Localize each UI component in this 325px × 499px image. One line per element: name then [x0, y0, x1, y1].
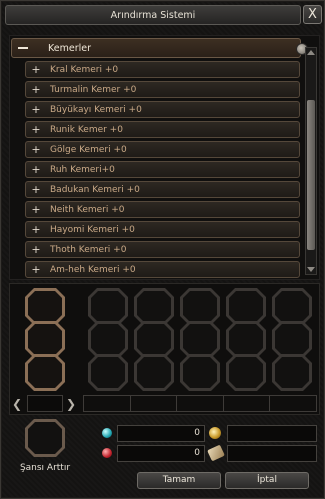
- plus-icon: +: [31, 83, 41, 96]
- refinement-window: Arındırma Sistemi X Kemerler + Kral Kemer…: [0, 0, 325, 499]
- scroll-cost-box: [227, 445, 317, 462]
- list-item[interactable]: + Büyükayı Kemeri +0: [25, 101, 300, 118]
- plus-icon: +: [31, 63, 41, 76]
- list-item-label: Turmalin Kemer +0: [50, 84, 137, 95]
- gold-cost-box: [227, 425, 317, 442]
- list-item[interactable]: + Neith Kemeri +0: [25, 201, 300, 218]
- list-item[interactable]: + Hayomi Kemeri +0: [25, 221, 300, 238]
- material-slot[interactable]: [134, 288, 174, 325]
- target-slot[interactable]: [25, 321, 65, 358]
- material-label-bar: [83, 395, 317, 412]
- gold-coin-icon: [209, 427, 221, 439]
- list-item[interactable]: + Ruh Kemeri+0: [25, 161, 300, 178]
- close-button[interactable]: X: [303, 5, 322, 24]
- material-slot[interactable]: [272, 321, 312, 358]
- list-item[interactable]: + Kral Kemeri +0: [25, 61, 300, 78]
- material-slot[interactable]: [272, 288, 312, 325]
- plus-icon: +: [31, 123, 41, 136]
- page-indicator-box: [27, 395, 63, 412]
- scroll-down-icon[interactable]: [307, 267, 315, 272]
- material-slot[interactable]: [226, 354, 266, 391]
- category-label: Kemerler: [48, 42, 91, 54]
- cancel-button[interactable]: İptal: [225, 472, 309, 489]
- material-slot-column[interactable]: [134, 288, 174, 391]
- material-label-cell: [131, 396, 178, 411]
- plus-icon: +: [31, 243, 41, 256]
- material-slot-column[interactable]: [180, 288, 220, 391]
- list-item-label: Neith Kemeri +0: [50, 204, 125, 215]
- material-label-cell: [84, 396, 131, 411]
- material-label-cell: [224, 396, 271, 411]
- list-item-label: Runik Kemer +0: [50, 124, 123, 135]
- plus-icon: +: [31, 203, 41, 216]
- list-item-label: Thoth Kemeri +0: [50, 244, 127, 255]
- material-slot-column[interactable]: [226, 288, 266, 391]
- luck-item-slot[interactable]: [25, 419, 65, 457]
- list-scrollbar[interactable]: [305, 47, 317, 275]
- target-slot[interactable]: [25, 288, 65, 325]
- first-cost-value: 0: [117, 425, 205, 442]
- list-item[interactable]: + Runik Kemer +0: [25, 121, 300, 138]
- list-item-label: Badukan Kemeri +0: [50, 184, 140, 195]
- material-slot[interactable]: [134, 321, 174, 358]
- ok-button[interactable]: Tamam: [137, 472, 221, 489]
- next-page-icon[interactable]: ❯: [65, 397, 77, 411]
- plus-icon: +: [31, 143, 41, 156]
- material-slot[interactable]: [88, 288, 128, 325]
- target-slot-column[interactable]: [25, 288, 65, 391]
- target-slot[interactable]: [25, 354, 65, 391]
- list-item-label: Gölge Kemeri +0: [50, 144, 127, 155]
- list-item[interactable]: + Badukan Kemeri +0: [25, 181, 300, 198]
- material-slot[interactable]: [180, 288, 220, 325]
- prev-page-icon[interactable]: ❮: [11, 397, 23, 411]
- list-item-label: Am-heh Kemeri +0: [50, 264, 136, 275]
- scroll-thumb[interactable]: [307, 100, 315, 250]
- category-kemerler[interactable]: Kemerler: [11, 38, 308, 58]
- material-slot[interactable]: [226, 288, 266, 325]
- list-item-label: Hayomi Kemeri +0: [50, 224, 135, 235]
- plus-icon: +: [31, 263, 41, 276]
- red-gem-icon: [102, 448, 112, 458]
- plus-icon: +: [31, 163, 41, 176]
- luck-label: Şansı Arttır: [19, 463, 71, 473]
- title-bar[interactable]: Arındırma Sistemi: [5, 5, 301, 25]
- material-label-cell: [177, 396, 224, 411]
- plus-icon: +: [31, 223, 41, 236]
- material-slot[interactable]: [88, 354, 128, 391]
- material-slot[interactable]: [88, 321, 128, 358]
- list-item-label: Büyükayı Kemeri +0: [50, 104, 142, 115]
- minus-icon: [18, 47, 28, 49]
- plus-icon: +: [31, 103, 41, 116]
- list-item[interactable]: + Thoth Kemeri +0: [25, 241, 300, 258]
- material-label-cell: [270, 396, 316, 411]
- material-slot[interactable]: [134, 354, 174, 391]
- list-item[interactable]: + Am-heh Kemeri +0: [25, 261, 300, 278]
- plus-icon: +: [31, 183, 41, 196]
- material-slot-column[interactable]: [272, 288, 312, 391]
- scroll-item-icon: [207, 444, 225, 462]
- list-item-label: Ruh Kemeri+0: [50, 164, 115, 175]
- cyan-gem-icon: [102, 428, 112, 438]
- material-slot[interactable]: [226, 321, 266, 358]
- window-title: Arındırma Sistemi: [110, 9, 196, 21]
- material-slot[interactable]: [272, 354, 312, 391]
- list-item-label: Kral Kemeri +0: [50, 64, 119, 75]
- scroll-up-icon[interactable]: [307, 50, 315, 55]
- list-item[interactable]: + Gölge Kemeri +0: [25, 141, 300, 158]
- material-slot[interactable]: [180, 321, 220, 358]
- material-slot[interactable]: [180, 354, 220, 391]
- list-item[interactable]: + Turmalin Kemer +0: [25, 81, 300, 98]
- material-slot-column[interactable]: [88, 288, 128, 391]
- second-cost-value: 0: [117, 445, 205, 462]
